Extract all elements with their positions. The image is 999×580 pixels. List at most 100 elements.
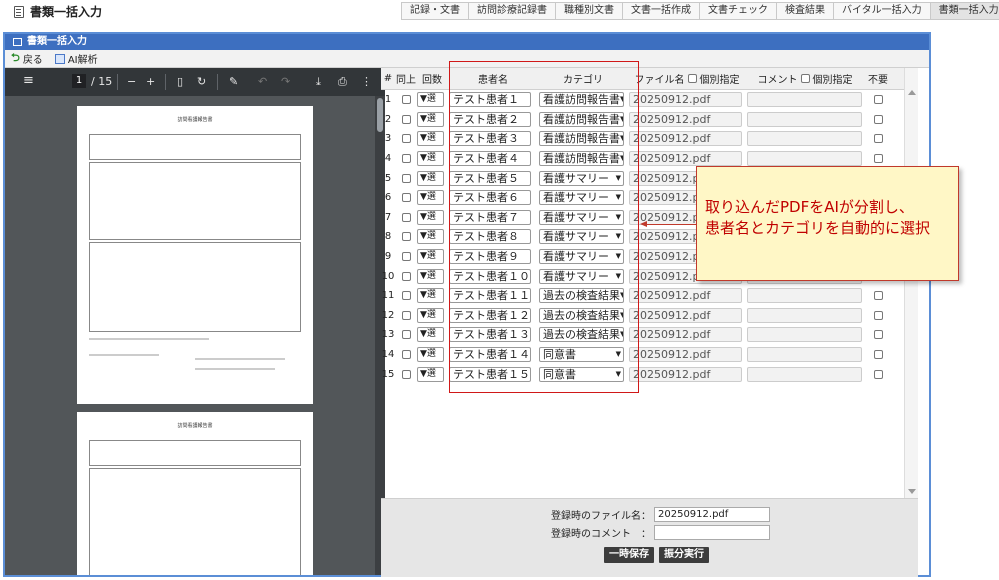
row-unneeded-checkbox[interactable] xyxy=(873,330,883,340)
patient-name-input[interactable]: テスト患者１２ xyxy=(449,307,531,323)
row-same-checkbox[interactable] xyxy=(401,252,411,262)
category-select[interactable]: 看護サマリー ▼ xyxy=(539,209,624,225)
comment-field[interactable] xyxy=(747,347,862,363)
tab-document-bulk-input[interactable]: 書類一括入力 xyxy=(929,2,999,20)
patient-name-input[interactable]: テスト患者９ xyxy=(449,249,531,265)
tab-test-results[interactable]: 検査結果 xyxy=(776,2,834,20)
row-same-checkbox[interactable] xyxy=(401,95,411,105)
row-kai-select[interactable]: ▼選 xyxy=(417,249,444,265)
patient-name-input[interactable]: テスト患者２ xyxy=(449,111,531,127)
undo-icon[interactable]: ↶ xyxy=(258,75,267,88)
category-select[interactable]: 看護訪問報告書▼ xyxy=(539,151,624,167)
category-select[interactable]: 過去の検査結果▼ xyxy=(539,327,624,343)
category-select[interactable]: 看護サマリー ▼ xyxy=(539,170,624,186)
row-unneeded-checkbox[interactable] xyxy=(873,114,883,124)
row-same-checkbox[interactable] xyxy=(401,134,411,144)
file-name-field[interactable]: 20250912.pdf xyxy=(629,366,742,382)
row-unneeded-checkbox[interactable] xyxy=(873,369,883,379)
row-unneeded-checkbox[interactable] xyxy=(873,310,883,320)
patient-name-input[interactable]: テスト患者５ xyxy=(449,170,531,186)
row-same-checkbox[interactable] xyxy=(401,310,411,320)
comment-field[interactable] xyxy=(747,111,862,127)
print-icon[interactable]: ⎙ xyxy=(338,75,347,89)
row-unneeded-checkbox[interactable] xyxy=(873,154,883,164)
patient-name-input[interactable]: テスト患者４ xyxy=(449,151,531,167)
file-name-field[interactable]: 20250912.pdf xyxy=(629,327,742,343)
row-kai-select[interactable]: ▼選 xyxy=(417,170,444,186)
redo-icon[interactable]: ↷ xyxy=(281,75,290,88)
back-button[interactable]: ⮌ 戻る xyxy=(11,49,43,68)
category-select[interactable]: 看護サマリー ▼ xyxy=(539,249,624,265)
category-select[interactable]: 同意書 ▼ xyxy=(539,347,624,363)
row-kai-select[interactable]: ▼選 xyxy=(417,229,444,245)
row-same-checkbox[interactable] xyxy=(401,154,411,164)
file-name-field[interactable]: 20250912.pdf xyxy=(629,92,742,108)
row-kai-select[interactable]: ▼選 xyxy=(417,327,444,343)
patient-name-input[interactable]: テスト患者１４ xyxy=(449,347,531,363)
row-kai-select[interactable]: ▼選 xyxy=(417,111,444,127)
annotate-icon[interactable]: ✎ xyxy=(229,75,238,88)
file-name-input[interactable]: 20250912.pdf xyxy=(654,507,770,522)
category-select[interactable]: 看護サマリー ▼ xyxy=(539,268,624,284)
patient-name-input[interactable]: テスト患者１１ xyxy=(449,288,531,304)
comment-field[interactable] xyxy=(747,366,862,382)
row-unneeded-checkbox[interactable] xyxy=(873,95,883,105)
zoom-out-icon[interactable]: − xyxy=(127,75,136,88)
tab-bulk-create[interactable]: 文書一括作成 xyxy=(622,2,700,20)
tab-vital-bulk-input[interactable]: バイタル一括入力 xyxy=(833,2,931,20)
patient-name-input[interactable]: テスト患者１３ xyxy=(449,327,531,343)
comment-field[interactable] xyxy=(747,92,862,108)
row-unneeded-checkbox[interactable] xyxy=(873,291,883,301)
scroll-up-icon[interactable] xyxy=(908,90,916,95)
category-select[interactable]: 同意書 ▼ xyxy=(539,366,624,382)
row-same-checkbox[interactable] xyxy=(401,291,411,301)
file-name-field[interactable]: 20250912.pdf xyxy=(629,111,742,127)
comment-field[interactable] xyxy=(747,288,862,304)
row-kai-select[interactable]: ▼選 xyxy=(417,288,444,304)
comment-field[interactable] xyxy=(747,151,862,167)
fit-page-icon[interactable]: ▯ xyxy=(177,75,183,88)
scroll-down-icon[interactable] xyxy=(908,489,916,494)
download-icon[interactable]: ⤓ xyxy=(316,75,321,89)
patient-name-input[interactable]: テスト患者７ xyxy=(449,209,531,225)
distribute-run-button[interactable]: 振分実行 xyxy=(659,547,709,563)
row-kai-select[interactable]: ▼選 xyxy=(417,131,444,147)
category-select[interactable]: 看護サマリー ▼ xyxy=(539,229,624,245)
comment-field[interactable] xyxy=(747,131,862,147)
file-name-field[interactable]: 20250912.pdf xyxy=(629,307,742,323)
file-name-field[interactable]: 20250912.pdf xyxy=(629,288,742,304)
comment-individual-checkbox[interactable] xyxy=(800,74,810,83)
row-same-checkbox[interactable] xyxy=(401,232,411,242)
comment-field[interactable] xyxy=(747,327,862,343)
row-kai-select[interactable]: ▼選 xyxy=(417,268,444,284)
more-options-icon[interactable]: ⋮ xyxy=(361,75,372,88)
file-individual-checkbox[interactable] xyxy=(687,74,697,83)
row-kai-select[interactable]: ▼選 xyxy=(417,92,444,108)
row-same-checkbox[interactable] xyxy=(401,350,411,360)
patient-name-input[interactable]: テスト患者３ xyxy=(449,131,531,147)
category-select[interactable]: 看護サマリー ▼ xyxy=(539,190,624,206)
row-kai-select[interactable]: ▼選 xyxy=(417,366,444,382)
patient-name-input[interactable]: テスト患者１０ xyxy=(449,268,531,284)
comment-input[interactable] xyxy=(654,525,770,540)
row-same-checkbox[interactable] xyxy=(401,173,411,183)
grid-scrollbar[interactable] xyxy=(904,68,918,498)
row-same-checkbox[interactable] xyxy=(401,369,411,379)
row-kai-select[interactable]: ▼選 xyxy=(417,307,444,323)
patient-name-input[interactable]: テスト患者１ xyxy=(449,92,531,108)
page-number-input[interactable]: 1 xyxy=(72,74,86,88)
row-unneeded-checkbox[interactable] xyxy=(873,350,883,360)
comment-field[interactable] xyxy=(747,307,862,323)
row-same-checkbox[interactable] xyxy=(401,271,411,281)
row-same-checkbox[interactable] xyxy=(401,193,411,203)
category-select[interactable]: 過去の検査結果▼ xyxy=(539,307,624,323)
row-same-checkbox[interactable] xyxy=(401,212,411,222)
row-kai-select[interactable]: ▼選 xyxy=(417,209,444,225)
file-name-field[interactable]: 20250912.pdf xyxy=(629,131,742,147)
tab-home-visit-records[interactable]: 訪問診療記録書 xyxy=(468,2,556,20)
patient-name-input[interactable]: テスト患者８ xyxy=(449,229,531,245)
patient-name-input[interactable]: テスト患者１５ xyxy=(449,366,531,382)
category-select[interactable]: 看護訪問報告書▼ xyxy=(539,92,624,108)
row-kai-select[interactable]: ▼選 xyxy=(417,151,444,167)
category-select[interactable]: 過去の検査結果▼ xyxy=(539,288,624,304)
